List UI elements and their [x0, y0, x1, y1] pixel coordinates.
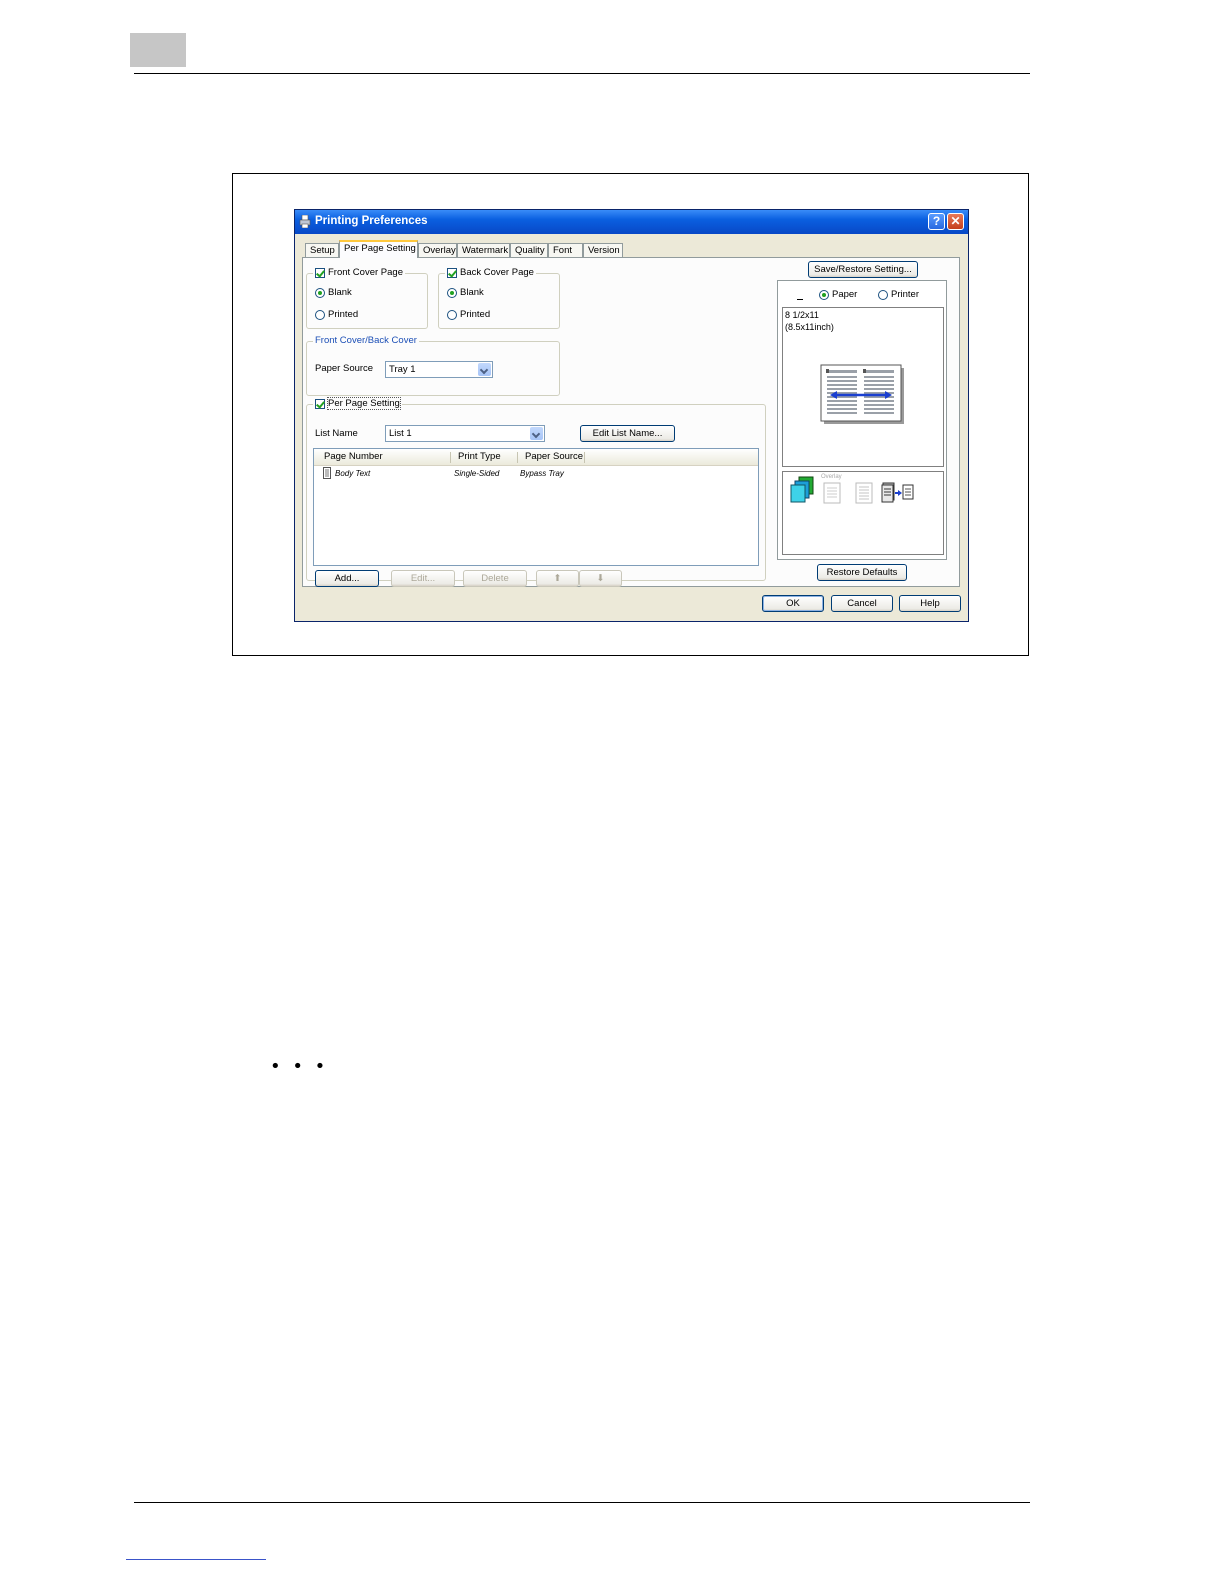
front-cover-printed-radio[interactable]	[315, 309, 325, 320]
overlay-page-icon	[823, 482, 841, 504]
save-restore-setting-button[interactable]: Save/Restore Setting...	[808, 261, 918, 278]
tab-setup[interactable]: Setup	[305, 243, 339, 257]
tab-watermark[interactable]: Watermark	[457, 243, 510, 257]
printer-icon	[299, 215, 311, 228]
footer-rule	[134, 1502, 1030, 1503]
view-printer-radio[interactable]	[878, 289, 888, 300]
paper-source-label: Paper Source	[315, 363, 374, 374]
back-cover-legend[interactable]: Back Cover Page	[445, 267, 536, 278]
view-printer-label: Printer	[891, 289, 919, 300]
tab-per-page-setting[interactable]: Per Page Setting	[339, 240, 418, 258]
page-corner-tab	[130, 33, 186, 67]
preview-mode-dash	[797, 299, 803, 300]
list-header: Page Number Print Type Paper Source	[314, 449, 758, 466]
help-button[interactable]: Help	[899, 595, 961, 612]
chevron-down-icon[interactable]	[478, 363, 491, 376]
title-bar: Printing Preferences ? ✕	[295, 210, 968, 234]
paper-source-value: Tray 1	[389, 364, 416, 375]
front-cover-blank-label: Blank	[328, 287, 352, 298]
continuation-ellipsis: • • •	[270, 1056, 329, 1077]
per-page-checkbox[interactable]	[315, 398, 325, 409]
back-cover-group: Back Cover Page Blank Printed	[438, 267, 560, 329]
tab-quality[interactable]: Quality	[510, 243, 548, 257]
arrow-up-icon: ⬆	[553, 573, 562, 584]
back-cover-printed-option[interactable]: Printed	[447, 309, 490, 320]
row-paper-source: Bypass Tray	[520, 469, 564, 478]
view-paper-label: Paper	[832, 289, 858, 300]
paper-size-line1: 8 1/2x11	[785, 310, 819, 320]
cover-paper-legend: Front Cover/Back Cover	[313, 335, 419, 346]
copies-stack-icon	[790, 476, 814, 503]
move-up-button[interactable]: ⬆	[536, 570, 579, 587]
preview-panel: Paper Printer 8 1/2x11 (8.5x11inch) Over…	[777, 280, 947, 560]
view-paper-option[interactable]: Paper	[819, 289, 857, 300]
paper-source-select[interactable]: Tray 1	[385, 361, 493, 378]
back-cover-printed-label: Printed	[460, 309, 491, 320]
per-page-legend[interactable]: Per Page Setting	[313, 397, 402, 410]
back-cover-blank-radio[interactable]	[447, 287, 457, 298]
back-cover-blank-option[interactable]: Blank	[447, 287, 484, 298]
row-page-number: Body Text	[335, 469, 371, 478]
page-icon	[323, 467, 331, 479]
front-cover-printed-label: Printed	[328, 309, 359, 320]
title-help-button[interactable]: ?	[928, 213, 945, 230]
column-separator[interactable]	[517, 452, 518, 463]
edit-list-name-button[interactable]: Edit List Name...	[580, 425, 675, 442]
overlay-mini-label: Overlay	[821, 474, 842, 480]
front-cover-group: Front Cover Page Blank Printed	[306, 267, 428, 329]
front-cover-blank-option[interactable]: Blank	[315, 287, 352, 298]
table-row[interactable]: Body Text Single-Sided Bypass Tray	[314, 467, 758, 480]
front-cover-blank-radio[interactable]	[315, 287, 325, 298]
tab-font[interactable]: Font	[548, 243, 583, 257]
back-cover-label: Back Cover Page	[460, 267, 534, 278]
per-page-group: Per Page Setting List Name List 1 Edit L…	[306, 397, 766, 587]
cover-insert-icon	[881, 482, 914, 503]
watermark-page-icon	[855, 482, 873, 504]
column-page-number[interactable]: Page Number	[324, 451, 383, 462]
arrow-down-icon: ⬇	[596, 573, 605, 584]
tab-version[interactable]: Version	[583, 243, 623, 257]
column-print-type[interactable]: Print Type	[458, 451, 501, 462]
list-name-value: List 1	[389, 428, 412, 439]
back-cover-blank-label: Blank	[460, 287, 484, 298]
ok-button[interactable]: OK	[762, 595, 824, 612]
column-separator[interactable]	[584, 452, 585, 463]
chevron-down-icon[interactable]	[530, 427, 543, 440]
cover-paper-group: Front Cover/Back Cover Paper Source Tray…	[306, 335, 560, 396]
back-cover-checkbox[interactable]	[447, 267, 457, 278]
per-page-list[interactable]: Page Number Print Type Paper Source Body…	[313, 448, 759, 566]
edit-button[interactable]: Edit...	[391, 570, 455, 587]
tab-panel-per-page-setting: Front Cover Page Blank Printed Back Cove…	[302, 257, 960, 587]
list-name-label: List Name	[315, 428, 358, 439]
front-cover-label: Front Cover Page	[328, 267, 403, 278]
view-printer-option[interactable]: Printer	[878, 289, 919, 300]
delete-button[interactable]: Delete	[463, 570, 527, 587]
column-paper-source[interactable]: Paper Source	[525, 451, 583, 462]
per-page-label: Per Page Setting	[327, 397, 401, 410]
footer-link-underline	[126, 1559, 266, 1560]
printing-preferences-dialog: Printing Preferences ? ✕ Setup Per Page …	[294, 209, 969, 622]
front-cover-checkbox[interactable]	[315, 267, 325, 278]
cancel-button[interactable]: Cancel	[831, 595, 893, 612]
view-paper-radio[interactable]	[819, 289, 829, 300]
back-cover-printed-radio[interactable]	[447, 309, 457, 320]
restore-defaults-button[interactable]: Restore Defaults	[817, 564, 907, 581]
add-button[interactable]: Add...	[315, 570, 379, 587]
title-close-button[interactable]: ✕	[947, 213, 964, 230]
paper-preview: 8 1/2x11 (8.5x11inch)	[782, 307, 944, 467]
booklet-preview-icon	[820, 364, 904, 424]
printer-preview: Overlay	[782, 471, 944, 555]
paper-size-line2: (8.5x11inch)	[785, 322, 834, 332]
header-rule	[134, 73, 1030, 74]
row-print-type: Single-Sided	[454, 469, 500, 478]
dialog-title: Printing Preferences	[315, 215, 428, 227]
list-name-select[interactable]: List 1	[385, 425, 545, 442]
move-down-button[interactable]: ⬇	[579, 570, 622, 587]
tab-overlay[interactable]: Overlay	[418, 243, 457, 257]
front-cover-printed-option[interactable]: Printed	[315, 309, 358, 320]
column-separator[interactable]	[450, 452, 451, 463]
front-cover-legend[interactable]: Front Cover Page	[313, 267, 405, 278]
